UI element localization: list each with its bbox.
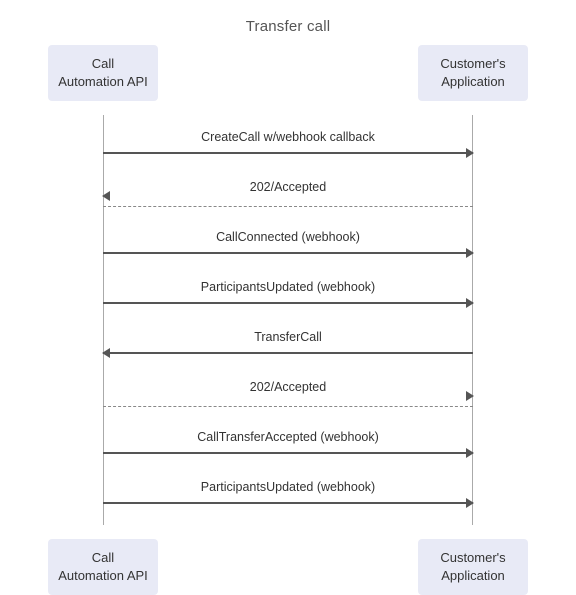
arrow-line-7 bbox=[103, 446, 473, 460]
arrow-label-4: ParticipantsUpdated (webhook) bbox=[201, 280, 375, 294]
line-7 bbox=[103, 452, 473, 454]
arrowhead-right-7 bbox=[466, 448, 474, 458]
arrow-label-5: TransferCall bbox=[254, 330, 322, 344]
arrow-line-wrap-1 bbox=[103, 146, 473, 160]
arrow-label-1: CreateCall w/webhook callback bbox=[201, 130, 375, 144]
actor-label-left-bottom: CallAutomation API bbox=[58, 550, 148, 583]
line-8 bbox=[103, 502, 473, 504]
line-4 bbox=[103, 302, 473, 304]
arrow-label-2: 202/Accepted bbox=[250, 180, 326, 194]
arrow-label-3: CallConnected (webhook) bbox=[216, 230, 360, 244]
arrow-label-8: ParticipantsUpdated (webhook) bbox=[201, 480, 375, 494]
actor-box-left-bottom: CallAutomation API bbox=[48, 539, 158, 595]
actor-box-right-top: Customer'sApplication bbox=[418, 45, 528, 101]
diagram-body: CallAutomation API Customer'sApplication… bbox=[48, 45, 528, 595]
line-1 bbox=[103, 152, 473, 154]
arrow-line-wrap-3 bbox=[103, 246, 473, 260]
arrow-row-1: CreateCall w/webhook callback bbox=[103, 130, 473, 160]
arrow-line-4 bbox=[103, 296, 473, 310]
line-5 bbox=[103, 352, 473, 354]
arrowhead-left-2 bbox=[102, 191, 110, 201]
actor-box-right-bottom: Customer'sApplication bbox=[418, 539, 528, 595]
arrow-line-wrap-4 bbox=[103, 296, 473, 310]
arrow-row-8: ParticipantsUpdated (webhook) bbox=[103, 480, 473, 510]
arrow-line-wrap-8 bbox=[103, 496, 473, 510]
line-2 bbox=[103, 206, 473, 207]
arrow-row-2: 202/Accepted bbox=[103, 180, 473, 210]
diagram-container: Transfer call CallAutomation API Custome… bbox=[0, 0, 576, 595]
arrowhead-right-6 bbox=[466, 391, 474, 401]
arrows-area: CreateCall w/webhook callback 202/Accept… bbox=[103, 120, 473, 520]
arrow-row-3: CallConnected (webhook) bbox=[103, 230, 473, 260]
arrow-line-wrap-7 bbox=[103, 446, 473, 460]
arrow-line-2 bbox=[103, 196, 473, 210]
line-3 bbox=[103, 252, 473, 254]
arrow-label-6: 202/Accepted bbox=[250, 380, 326, 394]
actor-box-left-top: CallAutomation API bbox=[48, 45, 158, 101]
arrow-line-3 bbox=[103, 246, 473, 260]
arrow-row-4: ParticipantsUpdated (webhook) bbox=[103, 280, 473, 310]
actor-label-left-top: CallAutomation API bbox=[58, 56, 148, 89]
arrowhead-left-5 bbox=[102, 348, 110, 358]
arrowhead-right-8 bbox=[466, 498, 474, 508]
arrow-row-5: TransferCall bbox=[103, 330, 473, 360]
diagram-title: Transfer call bbox=[246, 18, 331, 35]
line-6 bbox=[103, 406, 473, 407]
arrowhead-right-4 bbox=[466, 298, 474, 308]
arrow-label-7: CallTransferAccepted (webhook) bbox=[197, 430, 379, 444]
arrowhead-right-3 bbox=[466, 248, 474, 258]
actor-label-right-bottom: Customer'sApplication bbox=[440, 550, 505, 583]
arrow-line-5 bbox=[103, 346, 473, 360]
arrow-line-6 bbox=[103, 396, 473, 410]
arrow-line-wrap-2 bbox=[103, 196, 473, 210]
arrow-row-7: CallTransferAccepted (webhook) bbox=[103, 430, 473, 460]
arrow-row-6: 202/Accepted bbox=[103, 380, 473, 410]
arrow-line-wrap-6 bbox=[103, 396, 473, 410]
arrow-line-wrap-5 bbox=[103, 346, 473, 360]
arrowhead-right-1 bbox=[466, 148, 474, 158]
actor-label-right-top: Customer'sApplication bbox=[440, 56, 505, 89]
arrow-line-8 bbox=[103, 496, 473, 510]
arrow-line-1 bbox=[103, 146, 473, 160]
